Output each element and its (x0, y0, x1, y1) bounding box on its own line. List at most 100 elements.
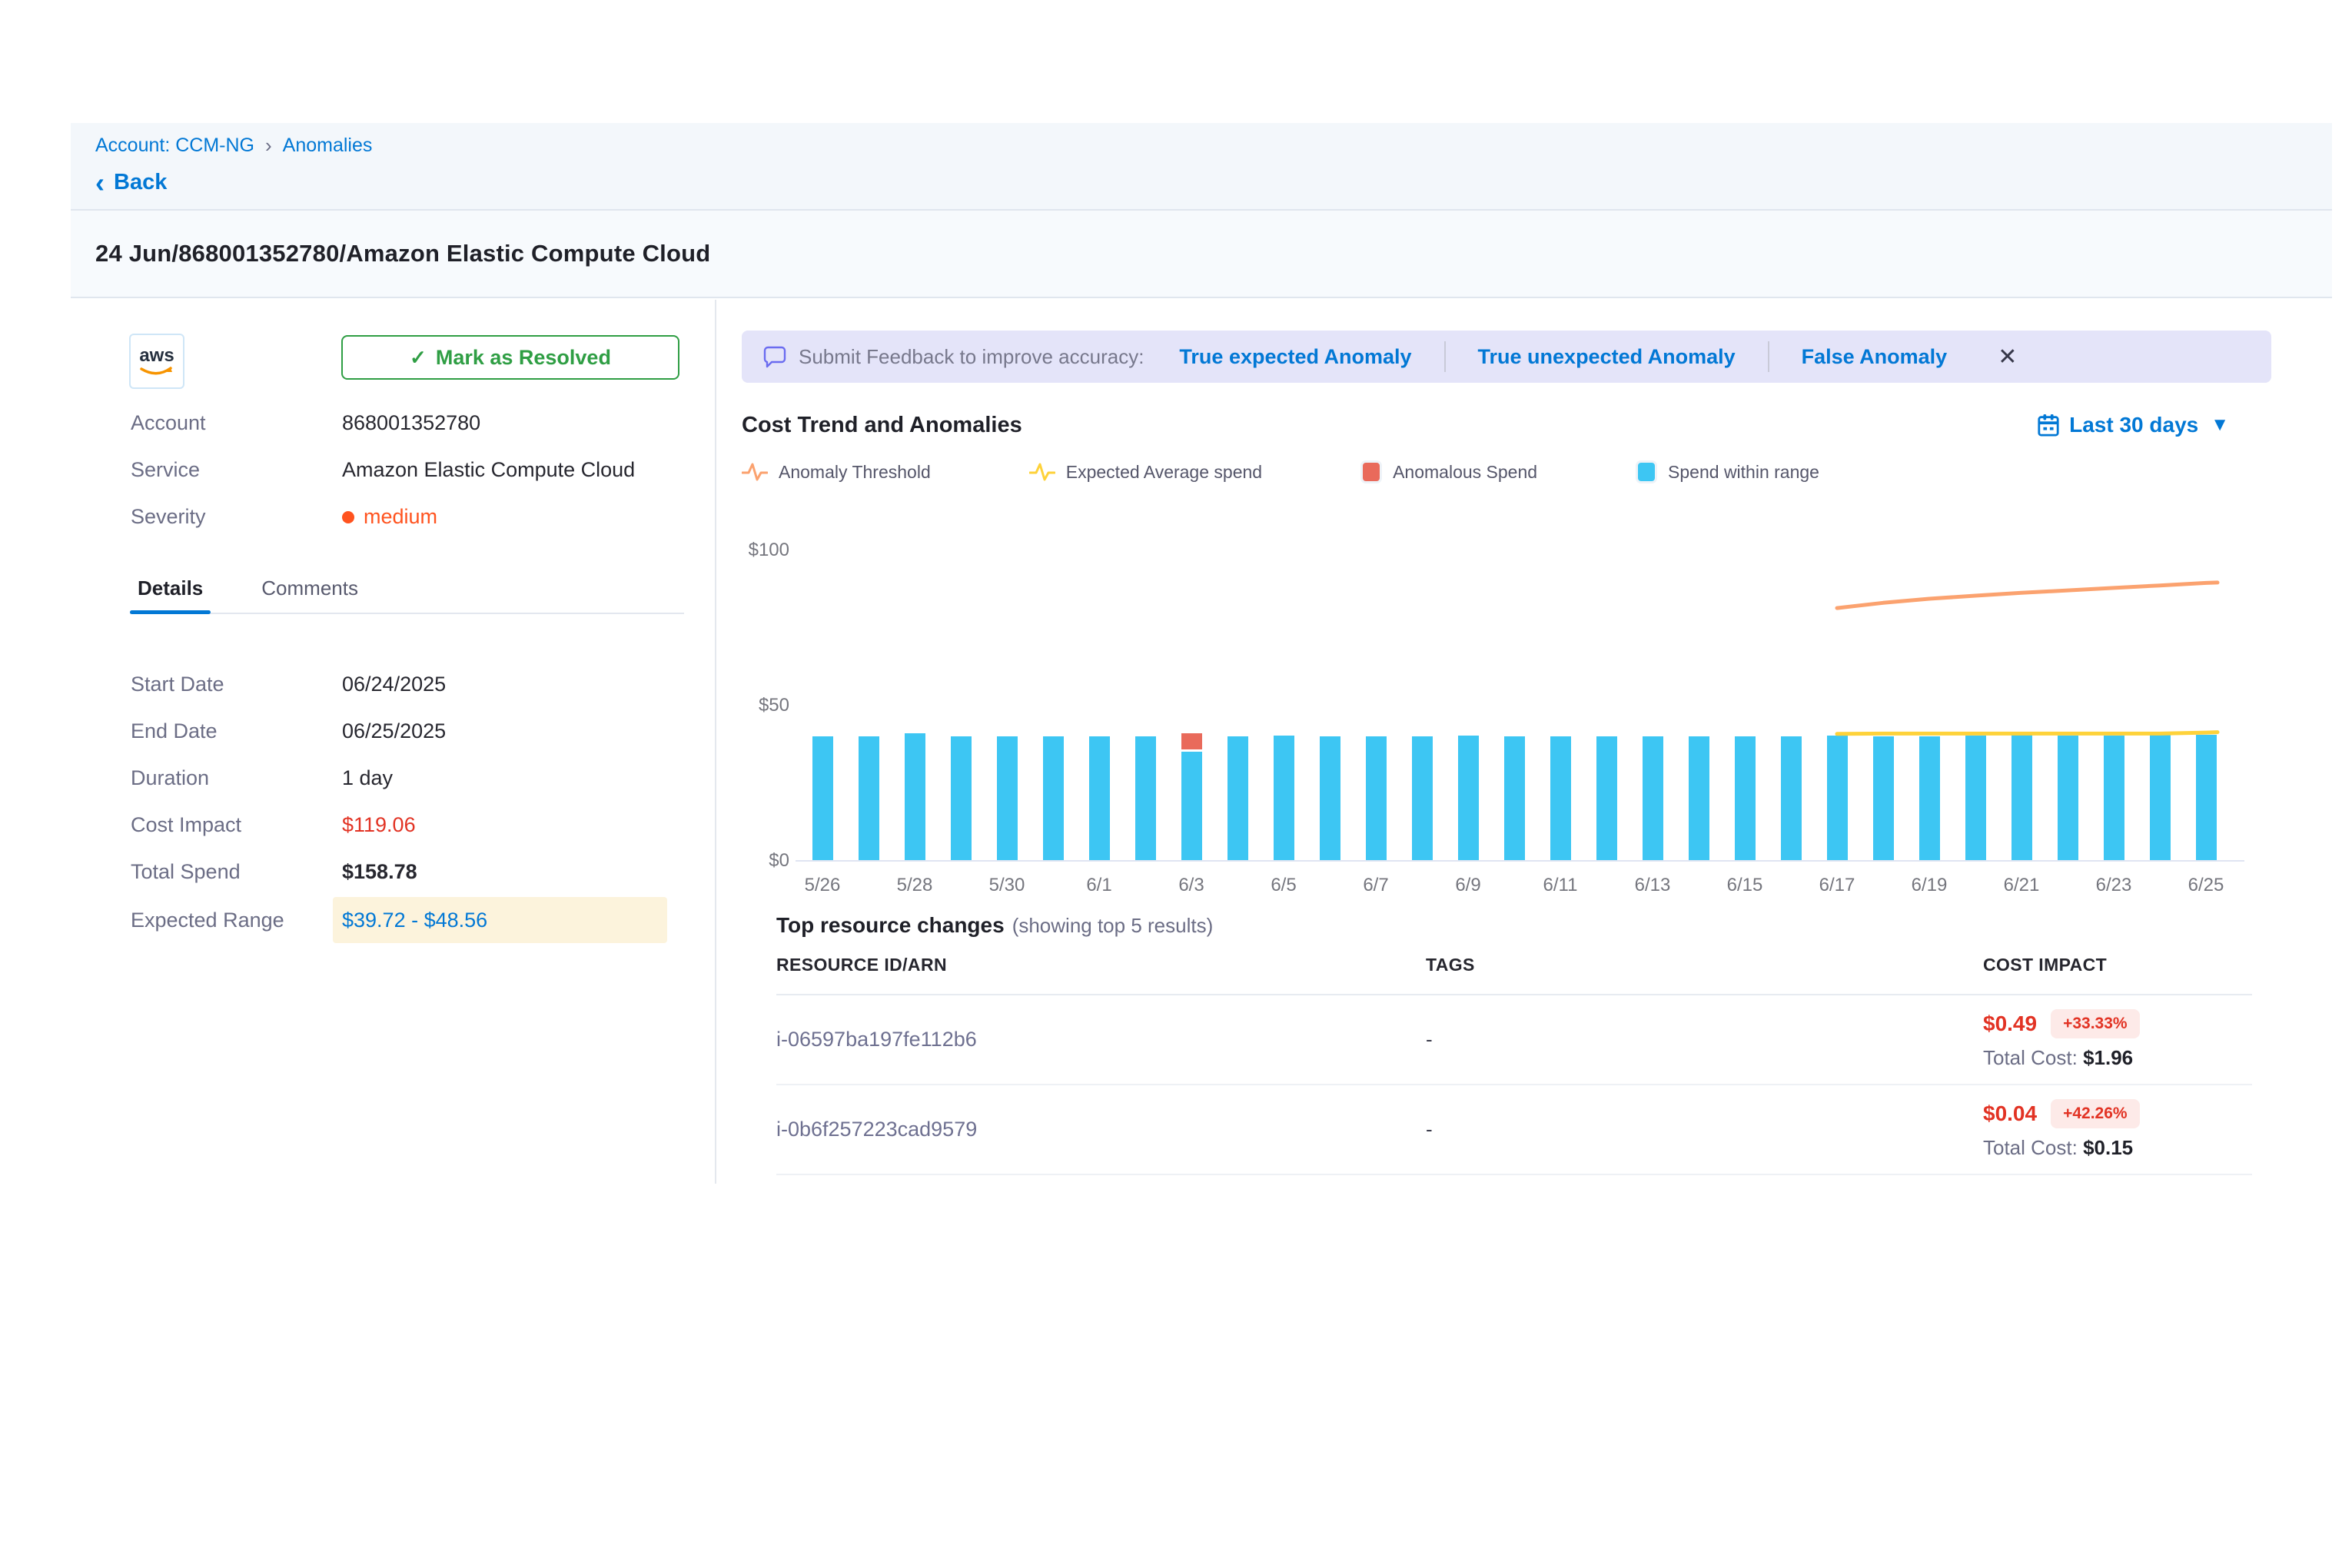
feedback-options: True expected Anomaly True unexpected Ano… (1179, 341, 1947, 372)
date-range-label: Last 30 days (2069, 413, 2198, 437)
tab-details[interactable]: Details (130, 570, 211, 613)
field-value: 06/25/2025 (342, 719, 446, 743)
x-axis-label: 6/11 (1526, 875, 1595, 896)
x-axis-label: 6/7 (1341, 875, 1410, 896)
date-range-selector[interactable]: Last 30 days ▼ (2037, 413, 2229, 437)
cost-impact-value: $0.04 (1983, 1101, 2037, 1126)
details-list: Start Date06/24/2025End Date06/25/2025Du… (131, 661, 684, 945)
y-axis-label: $0 (742, 850, 789, 872)
field-row-duration: Duration1 day (131, 755, 684, 802)
breadcrumb-anomalies-link[interactable]: Anomalies (283, 135, 373, 157)
column-header-resource-id-arn: RESOURCE ID/ARN (776, 955, 1426, 975)
title-band: 24 Jun/868001352780/Amazon Elastic Compu… (71, 211, 2332, 298)
chart-title: Cost Trend and Anomalies (742, 413, 1022, 438)
breadcrumb: Account: CCM-NG › Anomalies (95, 134, 2307, 158)
line-anomaly-threshold (1837, 583, 2217, 608)
resolve-button-label: Mark as Resolved (436, 346, 611, 370)
x-axis-label: 6/17 (1802, 875, 1872, 896)
legend-item-anomaly-threshold[interactable]: Anomaly Threshold (742, 460, 931, 483)
breadcrumb-account-link[interactable]: Account: CCM-NG (95, 135, 254, 157)
resource-id: i-06597ba197fe112b6 (776, 1028, 977, 1051)
severity-badge: medium (342, 505, 437, 529)
anomaly-side-panel: aws ✓ Mark as Resolved Account8680013527… (71, 300, 715, 1184)
tags-cell: - (1426, 1028, 1983, 1051)
caret-down-icon: ▼ (2211, 414, 2229, 436)
field-label: Service (131, 458, 342, 482)
x-axis-label: 6/25 (2171, 875, 2241, 896)
table-row: i-06597ba197fe112b6 -$0.49+33.33% Total Co… (776, 995, 2252, 1085)
cost-trend-chart: $0$50$100 5/265/285/306/16/36/56/76/96/1… (742, 507, 2271, 915)
tags-value: - (1426, 1118, 1433, 1141)
severity-dot-icon (342, 511, 354, 523)
pulse-line-icon (742, 460, 768, 483)
field-row-expected-range: Expected Range$39.72 - $48.56 (131, 895, 684, 945)
pulse-line-icon (1029, 460, 1055, 483)
severity-value: medium (364, 505, 437, 528)
page-title: 24 Jun/868001352780/Amazon Elastic Compu… (95, 240, 710, 267)
resources-heading-text: Top resource changes (776, 913, 1005, 937)
field-row-total-spend: Total Spend$158.78 (131, 849, 684, 895)
total-cost-value: $0.15 (2083, 1136, 2133, 1159)
total-cost-line: Total Cost: $0.15 (1983, 1136, 2252, 1160)
feedback-divider (1444, 341, 1446, 372)
resource-id-cell: i-06597ba197fe112b6 (776, 1028, 1426, 1051)
chart-legend: Anomaly Threshold Expected Average spend A… (742, 457, 1918, 487)
field-row-service: ServiceAmazon Elastic Compute Cloud (131, 447, 684, 493)
legend-swatch-icon (1360, 460, 1382, 483)
field-label: Severity (131, 505, 342, 529)
x-axis-label: 5/30 (972, 875, 1041, 896)
breadcrumb-band: Account: CCM-NG › Anomalies ‹ Back (71, 123, 2332, 211)
field-value: 06/24/2025 (342, 673, 446, 696)
anomaly-details-page: Account: CCM-NG › Anomalies ‹ Back 24 Ju… (0, 0, 2352, 1568)
table-header-row: RESOURCE ID/ARNTAGSCOST IMPACT (776, 955, 2252, 995)
field-value: $39.72 - $48.56 (342, 909, 487, 932)
total-cost-line: Total Cost: $1.96 (1983, 1046, 2252, 1070)
legend-swatch-icon (1636, 460, 1657, 483)
legend-label: Anomaly Threshold (779, 462, 931, 483)
x-axis-label: 6/19 (1895, 875, 1964, 896)
cost-impact-cell: $0.49+33.33% Total Cost: $1.96 (1983, 1009, 2252, 1070)
x-axis-label: 6/15 (1710, 875, 1779, 896)
resource-id: i-0b6f257223cad9579 (776, 1118, 977, 1141)
column-header-tags: TAGS (1426, 955, 1983, 975)
back-button[interactable]: ‹ Back (95, 170, 2307, 195)
table-row: i-0b6f257223cad9579 - $0.04 +42.26% Total Co… (776, 1085, 2252, 1175)
legend-label: Anomalous Spend (1393, 462, 1537, 483)
mark-as-resolved-button[interactable]: ✓ Mark as Resolved (341, 335, 679, 380)
x-axis-line (796, 860, 2244, 862)
feedback-option-false-anomaly[interactable]: False Anomaly (1802, 345, 1948, 369)
top-resources-table: RESOURCE ID/ARNTAGSCOST IMPACT i-06597ba… (776, 955, 2252, 1175)
change-percent-badge: +42.26% (2051, 1099, 2140, 1128)
resource-id-cell: i-0b6f257223cad9579 (776, 1118, 1426, 1141)
field-row-severity: Severity medium (131, 493, 684, 540)
field-label: Duration (131, 766, 342, 790)
field-label: Total Spend (131, 860, 342, 884)
feedback-option-true-unexpected-anomaly[interactable]: True unexpected Anomaly (1478, 345, 1736, 369)
field-value: 868001352780 (342, 411, 480, 435)
legend-item-anomalous-spend[interactable]: Anomalous Spend (1360, 460, 1537, 483)
check-icon: ✓ (410, 346, 427, 370)
feedback-prompt: Submit Feedback to improve accuracy: (799, 345, 1144, 369)
tab-comments[interactable]: Comments (254, 570, 366, 613)
resources-heading: Top resource changes(showing top 5 resul… (776, 913, 1213, 938)
x-axis-label: 6/5 (1249, 875, 1318, 896)
legend-item-spend-within-range[interactable]: Spend within range (1636, 460, 1819, 483)
page-header: Account: CCM-NG › Anomalies ‹ Back 24 Ju… (71, 123, 2332, 298)
field-row-start-date: Start Date06/24/2025 (131, 661, 684, 708)
feedback-option-true-expected-anomaly[interactable]: True expected Anomaly (1179, 345, 1411, 369)
x-axis-label: 6/21 (1987, 875, 2056, 896)
legend-item-expected-average-spend[interactable]: Expected Average spend (1029, 460, 1262, 483)
breadcrumb-chevron-icon: › (265, 134, 272, 158)
legend-label: Spend within range (1668, 462, 1819, 483)
cost-impact-line: $0.04 +42.26% (1983, 1099, 2252, 1128)
field-label: Start Date (131, 673, 342, 696)
svg-text:aws: aws (139, 345, 174, 366)
close-icon[interactable]: ✕ (1998, 344, 2017, 370)
back-label: Back (114, 170, 167, 195)
cost-impact-value: $0.49 (1983, 1012, 2037, 1036)
speech-bubble-icon (762, 344, 788, 370)
cost-impact-line: $0.49+33.33% (1983, 1009, 2252, 1038)
cost-impact-cell: $0.04 +42.26% Total Cost: $0.15 (1983, 1099, 2252, 1160)
calendar-icon (2037, 413, 2060, 437)
x-axis-label: 6/23 (2079, 875, 2148, 896)
